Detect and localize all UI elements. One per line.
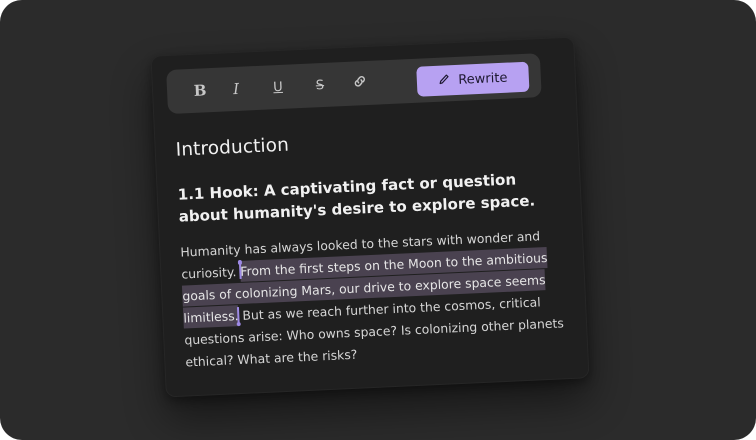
selection-end-handle[interactable] <box>237 307 240 324</box>
italic-button[interactable]: I <box>218 66 254 111</box>
rewrite-label: Rewrite <box>457 70 508 88</box>
bold-button[interactable]: B <box>182 68 218 113</box>
document-subheading[interactable]: 1.1 Hook: A captivating fact or question… <box>177 167 549 228</box>
pencil-icon <box>438 72 452 90</box>
document-paragraph[interactable]: Humanity has always looked to the stars … <box>180 224 566 373</box>
underline-button[interactable]: U <box>260 64 296 109</box>
rewrite-button[interactable]: Rewrite <box>416 61 530 97</box>
canvas-background: B I U S Rewrite Introduction 1.1 Hook: A… <box>0 0 756 440</box>
link-button[interactable] <box>342 61 378 106</box>
strikethrough-button[interactable]: S <box>302 62 338 107</box>
formatting-toolbar: B I U S Rewrite <box>166 53 542 115</box>
editor-card: B I U S Rewrite Introduction 1.1 Hook: A… <box>150 36 590 398</box>
paragraph-text-after: But as we reach further into the cosmos,… <box>184 294 565 370</box>
document-heading[interactable]: Introduction <box>175 123 556 161</box>
link-icon <box>351 73 368 94</box>
